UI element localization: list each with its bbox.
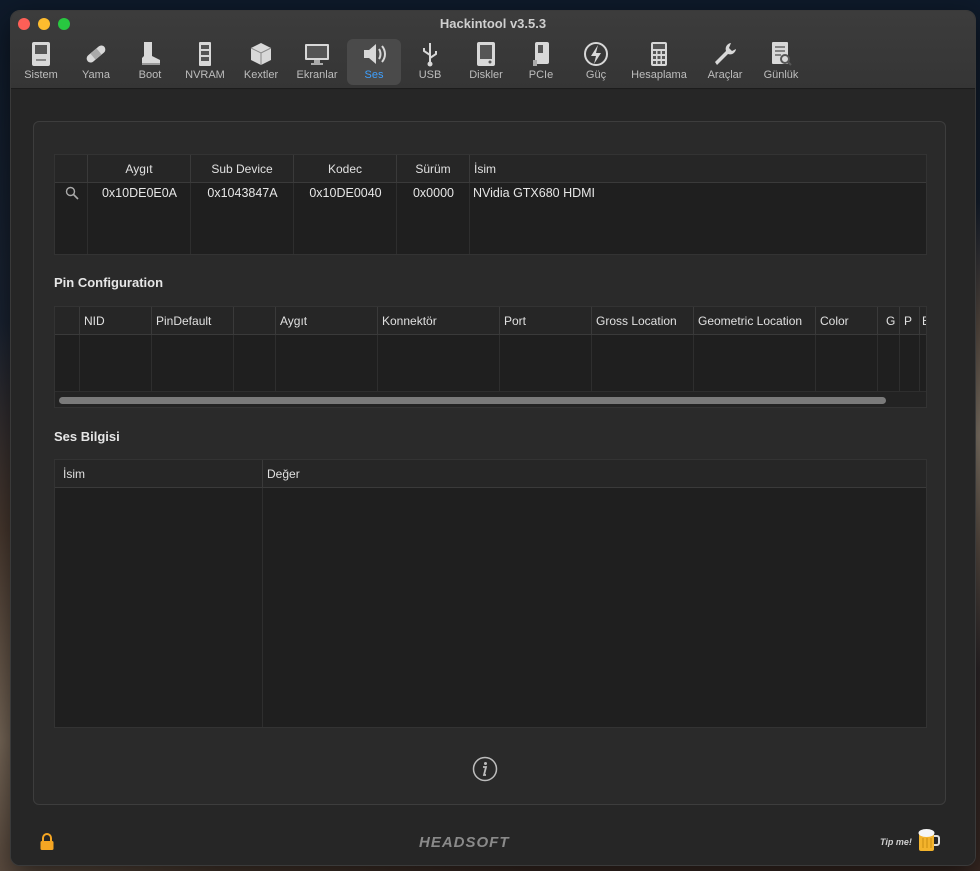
cell-device: 0x10DE0E0A <box>101 186 178 200</box>
sound-info-table: İsim Değer <box>54 459 927 728</box>
beer-icon[interactable] <box>917 827 941 858</box>
bandage-icon <box>79 39 113 69</box>
tab-ekranlar[interactable]: Ekranlar <box>289 39 345 85</box>
horizontal-scrollbar[interactable] <box>55 391 926 407</box>
column-header-pindefault[interactable]: PinDefault <box>152 307 234 335</box>
calculator-icon <box>642 39 676 69</box>
table-row[interactable]: 0x10DE0E0A 0x1043847A 0x10DE0040 0x0000 … <box>55 182 926 204</box>
column-header-g[interactable]: G <box>878 307 900 335</box>
pcie-icon <box>524 39 558 69</box>
tab-nvram[interactable]: NVRAM <box>177 39 233 85</box>
pin-config-title: Pin Configuration <box>54 275 164 290</box>
lock-button[interactable] <box>39 833 55 856</box>
table-header: NID PinDefault Aygıt Konnektör Port Gros… <box>55 307 926 335</box>
headsoft-logo: HEADSOFT <box>419 834 510 851</box>
column-header-sub-device[interactable]: Sub Device <box>191 155 294 183</box>
column-header-aygit[interactable]: Aygıt <box>88 155 191 183</box>
column-header-isim[interactable]: İsim <box>470 155 926 183</box>
column-header-konnektor[interactable]: Konnektör <box>378 307 500 335</box>
content-area: Aygıt Sub Device Kodec Sürüm İsim 0x10DE… <box>11 90 975 865</box>
column-header-blank[interactable] <box>55 307 80 335</box>
usb-icon <box>413 39 447 69</box>
cell-codec: 0x10DE0040 <box>309 186 382 200</box>
tab-yama[interactable]: Yama <box>69 39 123 85</box>
tab-usb[interactable]: USB <box>403 39 457 85</box>
column-header-aygit[interactable]: Aygıt <box>276 307 378 335</box>
column-header-nid[interactable]: NID <box>80 307 152 335</box>
tip-me-label[interactable]: Tip me! <box>880 837 912 847</box>
tab-guc[interactable]: Güç <box>569 39 623 85</box>
info-icon <box>472 756 498 782</box>
scrollbar-thumb[interactable] <box>59 397 886 404</box>
tab-gunluk[interactable]: Günlük <box>753 39 809 85</box>
tab-araclar[interactable]: Araçlar <box>697 39 753 85</box>
tab-boot[interactable]: Boot <box>123 39 177 85</box>
tab-pcie[interactable]: PCIe <box>513 39 569 85</box>
sound-info-title: Ses Bilgisi <box>54 429 120 444</box>
audio-devices-table: Aygıt Sub Device Kodec Sürüm İsim 0x10DE… <box>54 154 927 255</box>
tab-kextler[interactable]: Kextler <box>233 39 289 85</box>
column-header-e[interactable]: E <box>920 307 926 335</box>
column-header-p[interactable]: P <box>900 307 920 335</box>
info-button[interactable] <box>472 756 498 782</box>
column-header-isim[interactable]: İsim <box>55 460 263 488</box>
app-window: Hackintool v3.5.3 Sistem Yama Boot NVRAM… <box>10 10 976 866</box>
window-title: Hackintool v3.5.3 <box>439 16 547 31</box>
display-icon <box>300 39 334 69</box>
column-header-color[interactable]: Color <box>816 307 878 335</box>
boot-icon <box>133 39 167 69</box>
column-header-geometric-location[interactable]: Geometric Location <box>694 307 816 335</box>
power-icon <box>579 39 613 69</box>
toolbar: Sistem Yama Boot NVRAM Kextler Ekranlar … <box>13 39 975 87</box>
title-bar: Hackintool v3.5.3 Sistem Yama Boot NVRAM… <box>11 11 975 89</box>
tab-hesaplama[interactable]: Hesaplama <box>625 39 693 85</box>
column-header-deger[interactable]: Değer <box>263 460 926 488</box>
column-header-kodec[interactable]: Kodec <box>294 155 397 183</box>
column-header-icon[interactable] <box>55 155 88 183</box>
speaker-icon <box>357 39 391 69</box>
column-header-surum[interactable]: Sürüm <box>397 155 470 183</box>
cell-sub-device: 0x1043847A <box>207 186 278 200</box>
pin-config-table: NID PinDefault Aygıt Konnektör Port Gros… <box>54 306 927 408</box>
magnifier-icon[interactable] <box>55 182 88 204</box>
column-header-empty[interactable] <box>234 307 276 335</box>
disk-icon <box>469 39 503 69</box>
column-header-port[interactable]: Port <box>500 307 592 335</box>
tab-ses[interactable]: Ses <box>347 39 401 85</box>
ses-groupbox: Aygıt Sub Device Kodec Sürüm İsim 0x10DE… <box>33 121 946 805</box>
column-header-gross-location[interactable]: Gross Location <box>592 307 694 335</box>
table-header: Aygıt Sub Device Kodec Sürüm İsim <box>55 155 926 183</box>
memory-icon <box>188 39 222 69</box>
table-header: İsim Değer <box>55 460 926 488</box>
cell-name: NVidia GTX680 HDMI <box>473 186 596 200</box>
log-icon <box>764 39 798 69</box>
computer-icon <box>24 39 58 69</box>
cube-icon <box>244 39 278 69</box>
tab-diskler[interactable]: Diskler <box>459 39 513 85</box>
tab-sistem[interactable]: Sistem <box>13 39 69 85</box>
cell-revision: 0x0000 <box>412 186 454 200</box>
lock-icon <box>40 833 54 850</box>
wrench-icon <box>708 39 742 69</box>
